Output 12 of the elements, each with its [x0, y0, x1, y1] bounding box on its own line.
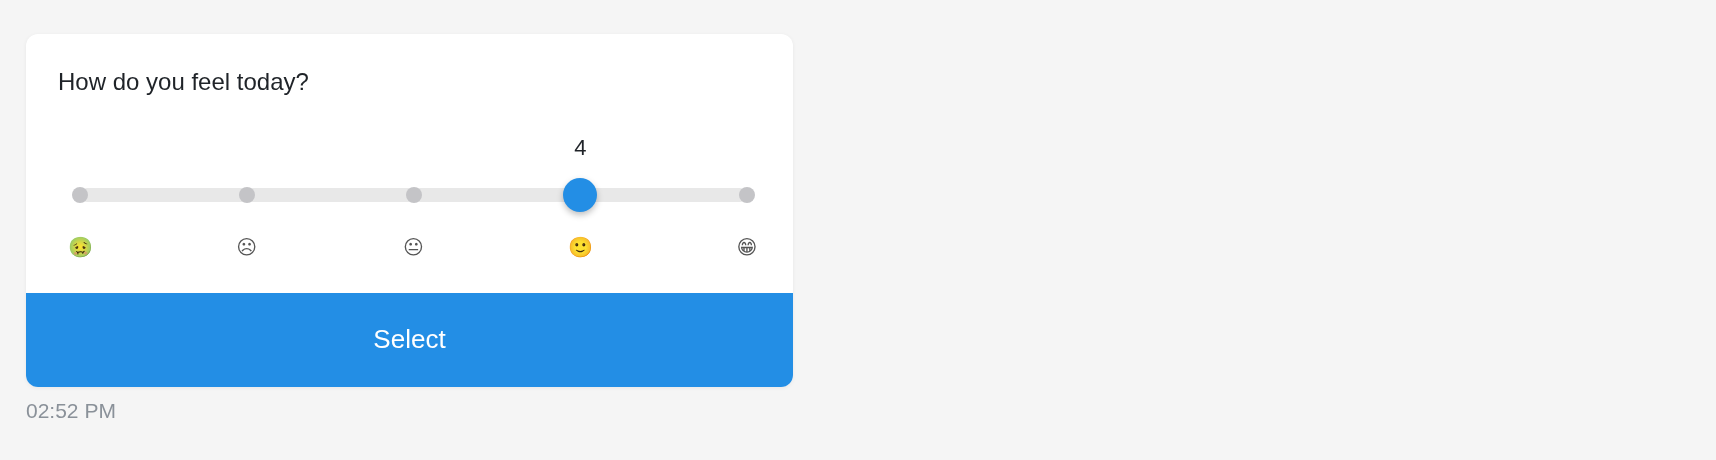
slider-value: 4 [574, 134, 587, 161]
step-dot[interactable] [739, 186, 755, 203]
timestamp: 02:52 PM [26, 398, 117, 423]
step-dot[interactable] [72, 186, 88, 203]
question-text: How do you feel today? [58, 68, 310, 97]
slider-thumb[interactable] [563, 177, 598, 212]
emoji-label: ☹ [235, 234, 259, 259]
emoji-label: 🤢 [68, 234, 92, 259]
emoji-label: 😐 [402, 234, 425, 259]
select-button[interactable]: Select [26, 292, 793, 387]
emoji-label: 😁 [735, 234, 759, 259]
emoji-label: 🙂 [568, 234, 593, 259]
